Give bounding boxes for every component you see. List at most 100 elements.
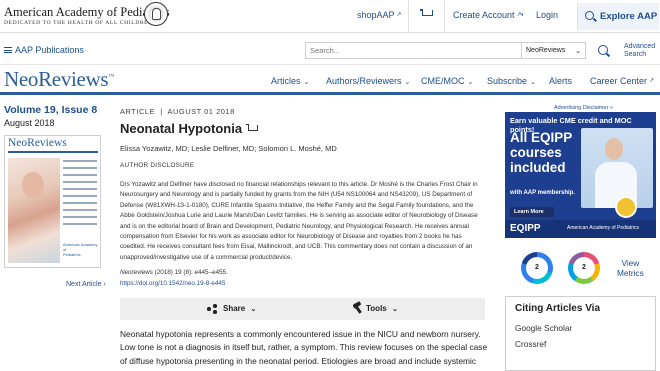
create-account-link[interactable]: Create Account ↗	[453, 10, 522, 20]
explore-aap-label: Explore AAP	[600, 11, 658, 22]
cart-icon[interactable]	[246, 123, 259, 133]
cover-photo	[8, 158, 60, 263]
eqipp-advertisement[interactable]: Earn valuable CME credit and MOC points!…	[505, 112, 656, 238]
cover-journal-title: NeoReviews	[8, 137, 67, 149]
explore-aap-button[interactable]: Explore AAP	[577, 3, 659, 30]
ad-photo	[581, 128, 653, 208]
nav-cme-moc[interactable]: CME/MOC ⌄	[421, 76, 473, 86]
nav-articles-label: Articles	[271, 76, 301, 86]
aap-publications-link[interactable]: AAP Publications	[15, 45, 84, 55]
citation-details: (2018) 19 (8): e445–e455.	[152, 269, 228, 276]
issue-volume-link[interactable]: Volume 19, Issue 8	[4, 104, 97, 116]
cart-icon[interactable]	[420, 8, 434, 20]
nav-authors-reviewers-label: Authors/Reviewers	[326, 76, 402, 86]
nav-subscribe-label: Subscribe	[487, 76, 528, 86]
divider	[408, 0, 409, 33]
article-authors[interactable]: Elissa Yozawitz, MD; Leslie Delfiner, MD…	[120, 144, 337, 153]
advanced-search-label-line1: Advanced	[624, 43, 656, 50]
login-link[interactable]: Login	[536, 10, 558, 20]
article-date: AUGUST 01 2018	[167, 107, 235, 116]
ad-badge-icon	[615, 196, 637, 218]
chevron-down-icon: ⌄	[530, 79, 536, 86]
crossref-link[interactable]: Crossref	[515, 339, 546, 349]
share-label: Share	[223, 304, 246, 313]
article-citation: Neoreviews (2018) 19 (8): e445–e455.	[120, 269, 228, 276]
ad-learn-more-button[interactable]: Learn More	[510, 207, 554, 217]
view-metrics-link[interactable]: View Metrics	[617, 258, 644, 278]
shop-aap-label: shopAAP	[357, 10, 395, 20]
aap-seal-icon	[144, 2, 168, 26]
cover-publisher-line1: American Academy of	[63, 242, 98, 252]
advertising-disclaimer-link[interactable]: Advertising Disclaimer »	[554, 105, 613, 111]
article-action-bar: Share ⌄ Tools ⌄	[120, 298, 485, 320]
google-scholar-link[interactable]: Google Scholar	[515, 323, 572, 333]
aap-tagline: DEDICATED TO THE HEALTH OF ALL CHILDREN	[4, 20, 153, 26]
author-disclosure-text: Drs Yozawitz and Delfiner have disclosed…	[120, 181, 478, 261]
meta-separator: |	[157, 107, 166, 116]
advanced-search-label-line2: Search	[624, 51, 647, 58]
article-type: ARTICLE	[120, 107, 156, 116]
search-bar-row: AAP Publications NeoReviews ⌄ Advanced S…	[0, 33, 660, 65]
issue-cover-image[interactable]: NeoReviews American Academy of Pediatric…	[4, 135, 101, 268]
citing-articles-panel: Citing Articles Via Google Scholar Cross…	[505, 296, 656, 371]
dimensions-badge[interactable]: 2	[568, 252, 600, 284]
nav-career-center[interactable]: Career Center ↗	[590, 76, 654, 86]
chevron-down-icon: ⌄	[391, 306, 398, 313]
tools-icon	[352, 303, 362, 314]
citation-journal: Neoreviews	[120, 269, 153, 276]
cover-publisher: American Academy of Pediatrics	[63, 242, 100, 257]
chevron-right-icon: ›	[103, 281, 106, 288]
article-title-text: Neonatal Hypotonia	[120, 121, 243, 136]
advanced-search-link[interactable]: Advanced Search	[624, 43, 655, 59]
search-scope-select[interactable]: NeoReviews ⌄	[522, 42, 586, 59]
share-icon	[207, 304, 217, 314]
view-metrics-line1: View	[621, 258, 640, 268]
tools-label: Tools	[366, 304, 387, 313]
cover-publisher-line2: Pediatrics	[63, 252, 81, 257]
tools-button[interactable]: Tools ⌄	[366, 304, 398, 313]
chevron-down-icon: ⌄	[250, 306, 257, 313]
author-disclosure-heading: AUTHOR DISCLOSURE	[120, 162, 195, 169]
menu-icon[interactable]	[4, 47, 12, 53]
issue-date: August 2018	[4, 118, 55, 128]
citing-articles-heading: Citing Articles Via	[515, 303, 601, 314]
search-input[interactable]	[305, 42, 522, 59]
nav-articles[interactable]: Articles ⌄	[271, 76, 309, 86]
bullet-separator: •	[521, 12, 524, 19]
doi-link[interactable]: https://doi.org/10.1542/neo.19-8-e445	[120, 280, 225, 287]
chevron-down-icon: ⌄	[575, 48, 581, 55]
chevron-down-icon: ⌄	[467, 79, 474, 86]
nav-subscribe[interactable]: Subscribe ⌄	[487, 76, 536, 86]
search-icon	[585, 11, 594, 20]
dimensions-score: 2	[573, 257, 595, 279]
site-header: American Academy of Pediatrics DEDICATED…	[0, 0, 660, 33]
ad-main-text: All EQIPP courses included	[510, 130, 573, 175]
neoreviews-logo-text: NeoReviews	[4, 67, 109, 91]
article-title: Neonatal Hypotonia	[120, 121, 259, 136]
altmetric-badge[interactable]: 2	[521, 252, 553, 284]
share-button[interactable]: Share ⌄	[223, 304, 256, 313]
create-account-label: Create Account	[453, 10, 515, 20]
journal-nav: NeoReviews™ Articles ⌄ Authors/Reviewers ⌄…	[0, 65, 660, 95]
cover-contents-lines	[63, 160, 97, 230]
shop-aap-link[interactable]: shopAAP ↗	[357, 10, 402, 20]
nav-alerts[interactable]: Alerts	[549, 76, 572, 86]
divider	[444, 0, 445, 33]
search-scope-value: NeoReviews	[526, 47, 566, 54]
article-abstract: Neonatal hypotonia represents a commonly…	[120, 329, 488, 366]
nav-cme-moc-label: CME/MOC	[421, 76, 465, 86]
external-link-icon: ↗	[649, 78, 655, 84]
nav-authors-reviewers[interactable]: Authors/Reviewers ⌄	[326, 76, 410, 86]
ad-footer-org: American Academy of Pediatrics	[567, 225, 639, 231]
article-meta: ARTICLE | AUGUST 01 2018	[120, 107, 235, 116]
search-button[interactable]	[598, 45, 608, 55]
altmetric-score: 2	[526, 257, 548, 279]
next-article-link[interactable]: Next Article ›	[66, 281, 106, 288]
ad-subtext: with AAP membership.	[510, 190, 576, 196]
view-metrics-line2: Metrics	[617, 268, 644, 278]
nav-career-center-label: Career Center	[590, 76, 648, 86]
neoreviews-logo[interactable]: NeoReviews™	[4, 67, 114, 92]
cover-rule	[8, 151, 98, 153]
ad-eqipp-logo: EQIPP	[510, 223, 541, 234]
chevron-down-icon: ⌄	[303, 79, 310, 86]
